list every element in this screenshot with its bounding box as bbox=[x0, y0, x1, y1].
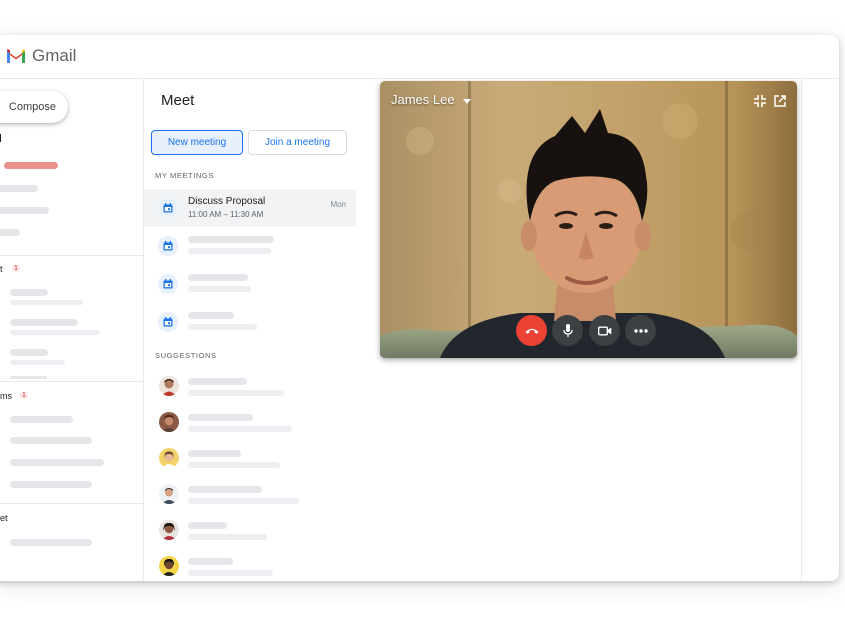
suggestion-name bbox=[188, 486, 262, 493]
open-in-new-icon[interactable] bbox=[774, 95, 786, 107]
compose-button[interactable]: Compose bbox=[0, 91, 68, 123]
suggestions-label: SUGGESTIONS bbox=[155, 351, 217, 360]
exit-fullscreen-icon[interactable] bbox=[754, 95, 766, 107]
nav-divider bbox=[0, 381, 143, 382]
chat-item-name[interactable] bbox=[10, 319, 78, 326]
calendar-icon bbox=[158, 198, 178, 218]
suggestion-detail bbox=[188, 426, 292, 432]
chat-item-name[interactable] bbox=[10, 289, 48, 296]
chat-item-preview bbox=[10, 330, 100, 335]
meeting-title-placeholder bbox=[188, 274, 248, 281]
chat-item-preview bbox=[10, 360, 65, 365]
left-navigation: Compose t 1 ms 1 et bbox=[0, 79, 144, 581]
app-title: Gmail bbox=[32, 46, 77, 65]
microphone-icon bbox=[562, 323, 573, 337]
meeting-day: Mon bbox=[330, 200, 346, 209]
dropdown-caret-icon[interactable] bbox=[463, 99, 471, 104]
suggestion-row[interactable] bbox=[144, 477, 356, 511]
suggestion-name bbox=[188, 378, 247, 385]
nav-marker bbox=[0, 134, 1, 142]
nav-section-label[interactable]: t bbox=[0, 264, 3, 274]
chat-item-name[interactable] bbox=[10, 349, 48, 356]
meet-panel: Meet New meeting Join a meeting MY MEETI… bbox=[144, 79, 364, 581]
meeting-title: Discuss Proposal bbox=[188, 196, 266, 207]
nav-divider bbox=[0, 503, 143, 504]
end-call-button[interactable] bbox=[516, 315, 547, 346]
video-call-tile[interactable]: James Lee bbox=[380, 81, 797, 358]
avatar bbox=[159, 448, 179, 468]
suggestion-name bbox=[188, 522, 227, 529]
calendar-icon bbox=[158, 312, 178, 332]
meet-nav-item[interactable] bbox=[10, 539, 92, 546]
gmail-window: Gmail Compose t 1 ms 1 et Meet New meeti… bbox=[0, 35, 839, 581]
more-options-button[interactable] bbox=[625, 315, 656, 346]
camera-button[interactable] bbox=[589, 315, 620, 346]
suggestion-detail bbox=[188, 462, 280, 468]
suggestion-detail bbox=[188, 534, 267, 540]
suggestion-name bbox=[188, 414, 253, 421]
nav-section-label[interactable]: ms bbox=[0, 391, 12, 401]
room-item[interactable] bbox=[10, 459, 104, 466]
my-meetings-label: MY MEETINGS bbox=[155, 171, 214, 180]
suggestion-row[interactable] bbox=[144, 405, 356, 439]
meeting-title-placeholder bbox=[188, 312, 234, 319]
chat-item-name[interactable] bbox=[10, 376, 47, 379]
join-meeting-button[interactable]: Join a meeting bbox=[248, 130, 347, 155]
new-meeting-button[interactable]: New meeting bbox=[151, 130, 243, 155]
nav-item-inbox[interactable] bbox=[4, 162, 58, 169]
suggestion-row[interactable] bbox=[144, 549, 356, 581]
room-item[interactable] bbox=[10, 416, 73, 423]
suggestion-detail bbox=[188, 570, 273, 576]
room-item[interactable] bbox=[10, 437, 92, 444]
camera-icon bbox=[597, 326, 611, 335]
top-bar: Gmail bbox=[0, 35, 839, 79]
nav-divider bbox=[0, 255, 143, 256]
nav-section-label[interactable]: et bbox=[0, 513, 8, 523]
avatar bbox=[159, 484, 179, 504]
avatar bbox=[159, 376, 179, 396]
right-side-divider bbox=[801, 79, 802, 581]
meet-title: Meet bbox=[161, 92, 195, 109]
avatar bbox=[159, 520, 179, 540]
meeting-row[interactable] bbox=[144, 227, 356, 265]
meeting-title-placeholder bbox=[188, 236, 274, 243]
suggestion-name bbox=[188, 558, 233, 565]
meeting-row[interactable] bbox=[144, 303, 356, 341]
meeting-time-placeholder bbox=[188, 248, 271, 254]
meeting-row[interactable]: Discuss Proposal 11:00 AM – 11:30 AM Mon bbox=[144, 189, 356, 227]
calendar-icon bbox=[158, 274, 178, 294]
suggestion-row[interactable] bbox=[144, 369, 356, 403]
suggestion-detail bbox=[188, 498, 299, 504]
gmail-logo-icon[interactable] bbox=[6, 48, 26, 64]
nav-section-badge: 1 bbox=[20, 392, 28, 399]
nav-item[interactable] bbox=[0, 229, 20, 236]
meeting-time-placeholder bbox=[188, 286, 251, 292]
meeting-time: 11:00 AM – 11:30 AM bbox=[188, 210, 264, 219]
avatar bbox=[159, 412, 179, 432]
meeting-time-placeholder bbox=[188, 324, 257, 330]
more-options-icon bbox=[633, 328, 648, 333]
chat-item-preview bbox=[10, 300, 83, 305]
participant-video-feed bbox=[380, 81, 797, 358]
participant-name[interactable]: James Lee bbox=[391, 92, 455, 107]
nav-item[interactable] bbox=[0, 207, 49, 214]
suggestion-name bbox=[188, 450, 241, 457]
end-call-icon bbox=[525, 328, 538, 334]
suggestion-row[interactable] bbox=[144, 513, 356, 547]
suggestion-detail bbox=[188, 390, 284, 396]
nav-section-badge: 1 bbox=[12, 265, 20, 272]
avatar bbox=[159, 556, 179, 576]
calendar-icon bbox=[158, 236, 178, 256]
nav-item[interactable] bbox=[0, 185, 38, 192]
room-item[interactable] bbox=[10, 481, 92, 488]
microphone-button[interactable] bbox=[552, 315, 583, 346]
meeting-row[interactable] bbox=[144, 265, 356, 303]
suggestion-row[interactable] bbox=[144, 441, 356, 475]
